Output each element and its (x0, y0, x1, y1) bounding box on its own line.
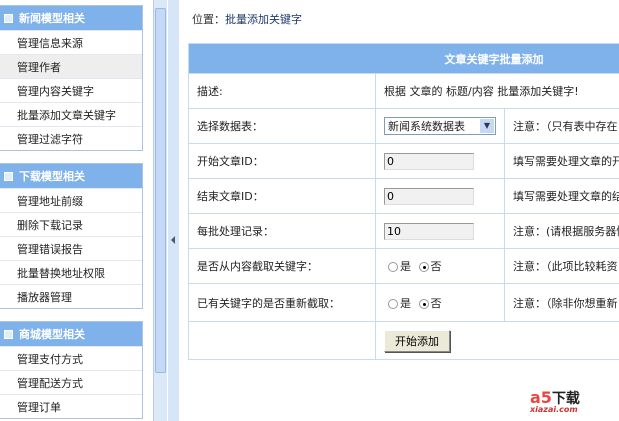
sidebar-item[interactable]: 批量添加文章关键字 (0, 102, 142, 126)
radio-label: 是 (400, 296, 411, 310)
end-id-input[interactable] (384, 187, 474, 205)
redo-no-radio[interactable] (418, 298, 429, 309)
sidebar-item[interactable]: 管理过滤字符 (0, 126, 142, 150)
radio-label: 是 (400, 260, 411, 273)
sidebar-item[interactable]: 管理配送方式 (0, 370, 142, 394)
end-note: 填写需要处理文章的结 (504, 178, 619, 214)
section-title: 下载模型相关 (19, 170, 85, 183)
batch-size-input[interactable] (384, 222, 474, 240)
batch-label: 每批处理记录： (188, 213, 376, 249)
radio-label: 否 (430, 260, 442, 273)
redo-yes-radio[interactable] (388, 298, 398, 309)
sidebar-item[interactable]: 播放器管理 (0, 284, 142, 308)
sidebar-section-shop: 商城模型相关 管理支付方式 管理配送方式 管理订单 (0, 321, 143, 419)
table-label: 选择数据表： (188, 108, 376, 144)
table-select[interactable]: 新闻系统数据表 ▼ (384, 117, 496, 135)
sidebar-item[interactable]: 管理作者 (0, 54, 142, 78)
empty-cell (188, 321, 376, 360)
table-note: 注意：（只有表中存在 (504, 108, 619, 144)
scrollbar-thumb[interactable] (155, 8, 166, 373)
section-header[interactable]: 商城模型相关 (0, 322, 142, 346)
redo-label: 已有关键字的是否重新截取： (188, 283, 376, 322)
sidebar-item[interactable]: 管理信息来源 (0, 30, 142, 54)
content-label: 是否从内容截取关键字： (188, 248, 376, 284)
collapse-icon (4, 13, 13, 23)
sidebar-item[interactable]: 管理地址前缀 (0, 188, 142, 212)
sidebar-section-download: 下载模型相关 管理地址前缀 删除下载记录 管理错误报告 批量替换地址权限 播放器… (0, 163, 143, 309)
breadcrumb-label: 位置： (192, 13, 225, 26)
section-header[interactable]: 新闻模型相关 (0, 6, 142, 30)
start-label: 开始文章ID： (188, 143, 376, 179)
keyword-form: 文章关键字批量添加 描述: 根据 文章的 标题/内容 批量添加关键字! 选择数据表… (188, 43, 619, 360)
collapse-icon (4, 171, 13, 181)
splitter[interactable] (168, 0, 179, 421)
sidebar-item[interactable]: 删除下载记录 (0, 212, 142, 236)
sidebar-item[interactable]: 管理订单 (0, 394, 142, 418)
collapse-icon (4, 329, 13, 339)
content-yes-radio[interactable] (388, 262, 398, 272)
sidebar-item[interactable]: 管理支付方式 (0, 346, 142, 370)
table-select-value: 新闻系统数据表 (388, 120, 465, 133)
start-add-button[interactable]: 开始添加 (384, 329, 450, 352)
batch-note: 注意：(请根据服务器情 (504, 213, 619, 249)
breadcrumb-current: 批量添加关键字 (225, 13, 302, 26)
content-no-radio[interactable] (418, 262, 429, 272)
redo-note: 注意：（除非你想重新 (504, 283, 619, 322)
collapse-left-icon[interactable] (171, 236, 175, 244)
content-note: 注意：（此项比较耗资 (504, 248, 619, 284)
chevron-down-icon: ▼ (480, 119, 494, 133)
desc-value: 根据 文章的 标题/内容 批量添加关键字! (375, 73, 619, 109)
sidebar-item[interactable]: 批量替换地址权限 (0, 260, 142, 284)
watermark-logo: a5下载 xiazai.com (530, 388, 580, 414)
sidebar-item[interactable]: 管理错误报告 (0, 236, 142, 260)
end-label: 结束文章ID： (188, 178, 376, 214)
sidebar-section-news: 新闻模型相关 管理信息来源 管理作者 管理内容关键字 批量添加文章关键字 管理过… (0, 5, 143, 151)
breadcrumb: 位置：批量添加关键字 (192, 11, 302, 27)
desc-label: 描述: (188, 73, 376, 109)
start-note: 填写需要处理文章的开 (504, 143, 619, 179)
section-title: 商城模型相关 (19, 328, 85, 341)
form-title: 文章关键字批量添加 (188, 43, 619, 74)
sidebar-item[interactable]: 管理内容关键字 (0, 78, 142, 102)
start-id-input[interactable] (384, 152, 474, 170)
section-title: 新闻模型相关 (19, 12, 85, 25)
section-header[interactable]: 下载模型相关 (0, 164, 142, 188)
radio-label: 否 (430, 296, 442, 310)
